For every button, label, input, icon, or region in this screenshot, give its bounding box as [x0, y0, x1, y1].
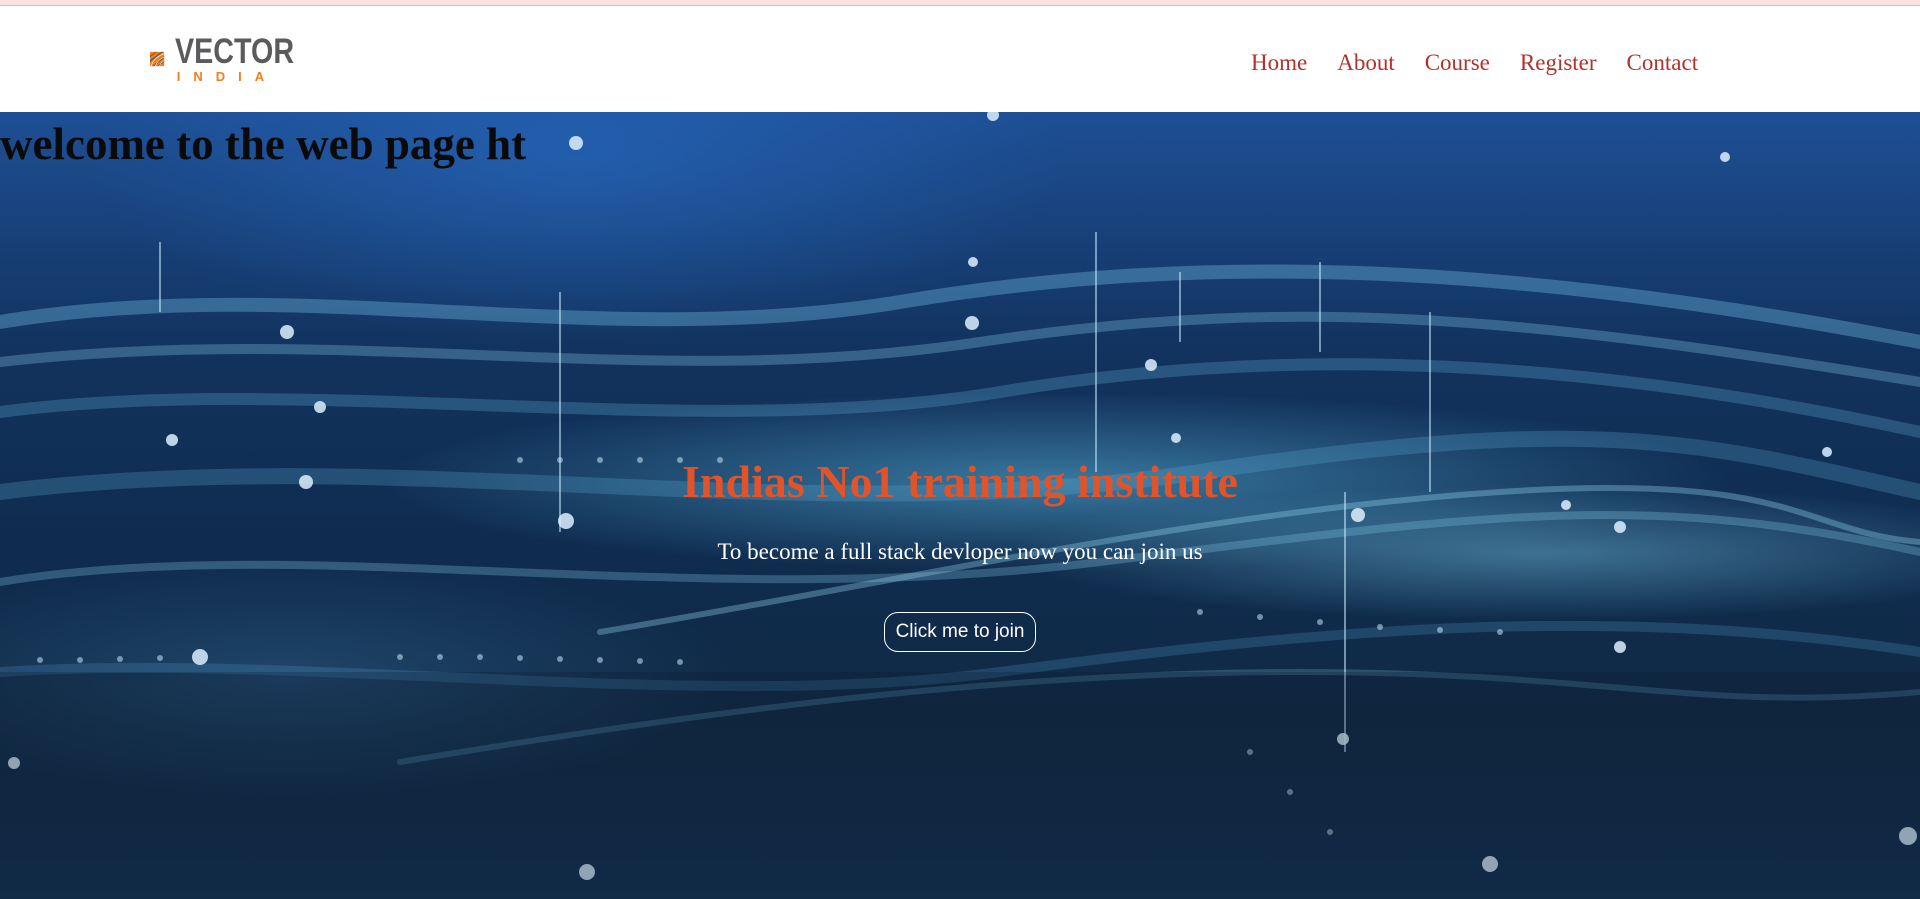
join-button[interactable]: Click me to join [884, 612, 1036, 652]
logo-subword: INDIA [176, 69, 278, 84]
nav-about-link[interactable]: About [1337, 49, 1395, 77]
hero-title: Indias No1 training institute [682, 456, 1238, 507]
logo-word: VECTOR [174, 32, 294, 71]
navbar: VECTOR INDIA Home About Course Register … [0, 6, 1920, 112]
logo-text: VECTOR INDIA [175, 34, 320, 84]
vector-leaf-mark-icon [150, 51, 165, 67]
nav-home-link[interactable]: Home [1251, 49, 1307, 77]
main-nav: Home About Course Register Contact [1251, 49, 1728, 77]
logo[interactable]: VECTOR INDIA [150, 30, 320, 88]
hero-subtitle: To become a full stack devloper now you … [717, 539, 1203, 564]
nav-course-link[interactable]: Course [1425, 49, 1490, 77]
welcome-heading: welcome to the web page ht [0, 119, 527, 169]
nav-contact-link[interactable]: Contact [1627, 49, 1699, 77]
nav-register-link[interactable]: Register [1520, 49, 1597, 77]
